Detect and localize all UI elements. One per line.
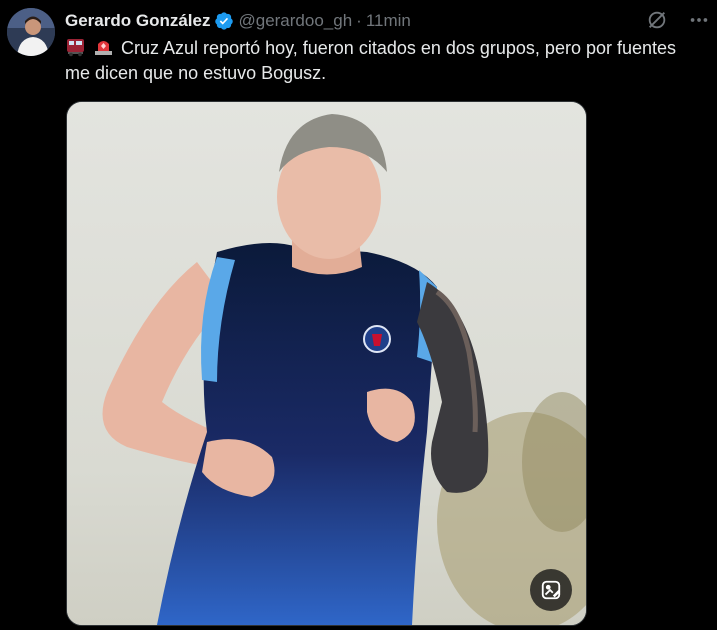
tweet-top-actions (645, 8, 711, 32)
player-photo (67, 102, 586, 625)
more-icon[interactable] (687, 8, 711, 32)
tweet-text: Cruz Azul reportó hoy, fueron citados en… (65, 36, 705, 86)
tweet-body: Cruz Azul reportó hoy, fueron citados en… (65, 38, 677, 83)
handle[interactable]: @gerardoo_gh (238, 10, 352, 32)
avatar[interactable] (7, 8, 55, 56)
tweet-header: Gerardo González @gerardoo_gh · 11min (65, 10, 411, 32)
train-emoji (65, 36, 86, 57)
verified-badge-icon (214, 11, 234, 31)
police-light-emoji (93, 36, 114, 57)
image-description-icon[interactable] (530, 569, 572, 611)
separator-dot: · (356, 11, 362, 30)
timestamp[interactable]: 11min (366, 10, 411, 32)
tweet-media[interactable] (66, 101, 587, 626)
display-name[interactable]: Gerardo González (65, 10, 210, 32)
slash-circle-icon[interactable] (645, 8, 669, 32)
